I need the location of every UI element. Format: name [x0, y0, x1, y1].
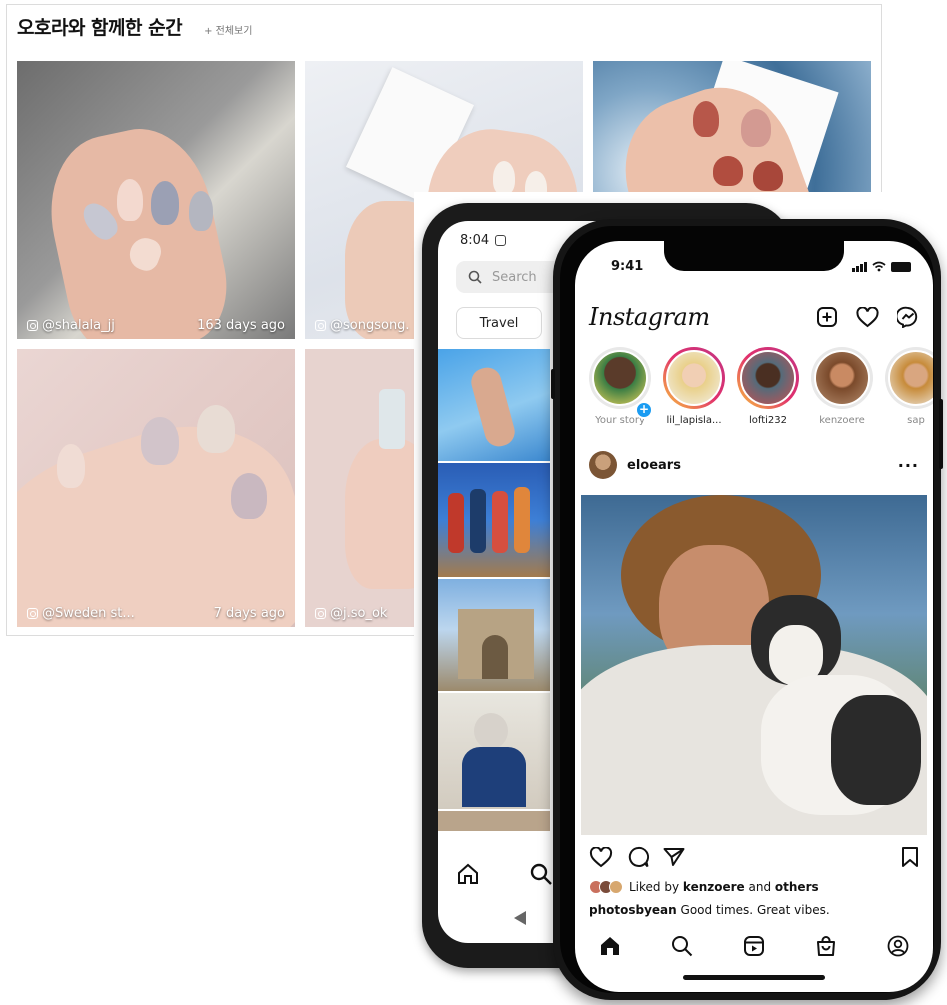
caption-text: Good times. Great vibes.: [680, 903, 830, 917]
mute-switch: [551, 369, 555, 399]
power-button: [939, 399, 943, 469]
page-root: 오호라와 함께한 순간 + 전체보기 @shalala_jj 163 days …: [0, 0, 947, 1005]
status-icons: [852, 261, 911, 272]
post-header: eloears ···: [589, 451, 919, 479]
instagram-icon: [495, 235, 507, 246]
story-label: lil_lapisla...: [666, 415, 722, 426]
home-icon[interactable]: [599, 935, 621, 957]
tile-handle: @songsong.: [330, 318, 410, 333]
avatar: [814, 350, 870, 406]
reels-icon[interactable]: [743, 935, 765, 957]
avatar: [666, 350, 722, 406]
caption-username[interactable]: photosbyean: [589, 903, 677, 917]
liked-and: and: [748, 880, 772, 894]
post-actions: [589, 846, 919, 868]
avatar[interactable]: [589, 451, 617, 479]
tile-age: 163 days ago: [197, 318, 285, 333]
wifi-icon: [872, 261, 886, 272]
tile-photo: [17, 349, 295, 627]
explore-grid-item[interactable]: [438, 349, 550, 461]
avatar: [888, 350, 933, 406]
shop-icon[interactable]: [815, 935, 837, 957]
back-nav-bar: [456, 863, 552, 885]
explore-grid-item[interactable]: [438, 463, 550, 577]
story-item[interactable]: sap: [885, 347, 933, 426]
notch: [664, 241, 844, 271]
signal-icon: [852, 261, 867, 272]
post-username[interactable]: eloears: [627, 458, 681, 473]
tile-caption: @Sweden st... 7 days ago: [27, 606, 285, 621]
messenger-icon[interactable]: [897, 306, 919, 328]
post-photo[interactable]: [581, 495, 927, 835]
view-all-link[interactable]: + 전체보기: [204, 22, 252, 37]
explore-grid-item[interactable]: [438, 693, 550, 809]
feed-screen: 9:41 Instagram Your story lil_lapisla...…: [575, 241, 933, 992]
search-icon: [468, 270, 482, 284]
liker-avatars: [589, 880, 623, 894]
gallery-tile[interactable]: @Sweden st... 7 days ago: [17, 349, 295, 627]
home-indicator: [683, 975, 825, 980]
back-status-time: 8:04: [460, 233, 490, 248]
back-status-bar: 8:04: [460, 233, 507, 248]
front-phone-device: 9:41 Instagram Your story lil_lapisla...…: [551, 219, 943, 1000]
instagram-icon: [315, 608, 326, 619]
search-icon[interactable]: [530, 863, 552, 885]
liked-user[interactable]: kenzoere: [683, 880, 745, 894]
tile-caption: @shalala_jj 163 days ago: [27, 318, 285, 333]
explore-search-placeholder: Search: [492, 269, 537, 285]
profile-icon[interactable]: [887, 935, 909, 957]
search-icon[interactable]: [671, 935, 693, 957]
comment-icon[interactable]: [627, 846, 649, 868]
tile-photo: [17, 61, 295, 339]
ig-header: Instagram: [589, 303, 919, 331]
instagram-icon: [315, 320, 326, 331]
story-item[interactable]: lofti232: [737, 347, 799, 426]
gallery-title: 오호라와 함께한 순간: [17, 17, 183, 39]
story-item[interactable]: lil_lapisla...: [663, 347, 725, 426]
tile-age: 7 days ago: [213, 606, 285, 621]
gallery-tile[interactable]: @shalala_jj 163 days ago: [17, 61, 295, 339]
more-options-icon[interactable]: ···: [898, 456, 919, 475]
story-label: sap: [907, 415, 925, 426]
share-icon[interactable]: [663, 847, 685, 867]
tile-handle: @j.so_ok: [330, 606, 388, 621]
liked-prefix: Liked by: [629, 880, 680, 894]
new-post-icon[interactable]: [816, 306, 838, 328]
travel-chip[interactable]: Travel: [456, 307, 542, 339]
post-caption: photosbyean Good times. Great vibes.: [589, 903, 830, 917]
tile-handle: @shalala_jj: [42, 318, 115, 333]
avatar: [740, 350, 796, 406]
instagram-icon: [27, 320, 38, 331]
gallery-header: 오호라와 함께한 순간 + 전체보기: [17, 13, 252, 40]
avatar: [592, 350, 648, 406]
battery-icon: [891, 261, 911, 272]
status-time: 9:41: [611, 259, 644, 274]
story-label: kenzoere: [819, 415, 865, 426]
story-label: lofti232: [748, 415, 788, 426]
like-icon[interactable]: [589, 846, 613, 868]
tile-handle: @Sweden st...: [42, 606, 135, 621]
android-back-icon[interactable]: [514, 911, 526, 925]
explore-grid-item[interactable]: [438, 579, 550, 691]
bookmark-icon[interactable]: [901, 846, 919, 868]
bottom-tab-bar: [589, 935, 919, 957]
instagram-logo: Instagram: [589, 303, 710, 331]
home-icon[interactable]: [456, 863, 480, 885]
story-item[interactable]: kenzoere: [811, 347, 873, 426]
instagram-icon: [27, 608, 38, 619]
heart-icon[interactable]: [856, 306, 879, 328]
explore-grid-item[interactable]: [438, 811, 550, 831]
liked-others[interactable]: others: [775, 880, 819, 894]
likes-line: Liked by kenzoere and others: [589, 880, 819, 894]
add-story-badge[interactable]: +: [635, 401, 653, 419]
